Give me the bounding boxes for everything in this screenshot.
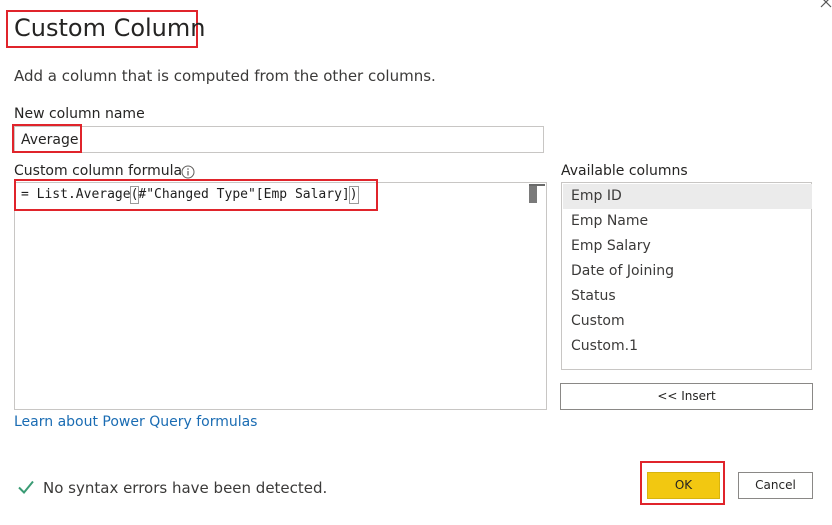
column-item-custom[interactable]: Custom xyxy=(563,309,812,334)
formula-scrollbar[interactable] xyxy=(527,183,545,409)
new-column-name-label: New column name xyxy=(14,106,145,122)
formula-label: Custom column formula xyxy=(14,163,183,179)
column-item-date-of-joining[interactable]: Date of Joining xyxy=(563,259,812,284)
column-item-status[interactable]: Status xyxy=(563,284,812,309)
dialog-title: Custom Column xyxy=(14,14,206,42)
check-icon xyxy=(18,480,34,494)
new-column-name-value: Average xyxy=(21,132,79,148)
new-column-name-input[interactable] xyxy=(14,126,544,153)
available-columns-label: Available columns xyxy=(561,163,688,179)
close-icon[interactable] xyxy=(818,0,832,10)
available-columns-list[interactable]: Emp ID Emp Name Emp Salary Date of Joini… xyxy=(561,182,812,370)
column-item-custom-1[interactable]: Custom.1 xyxy=(563,334,812,359)
info-icon[interactable] xyxy=(181,165,195,179)
column-item-emp-salary[interactable]: Emp Salary xyxy=(563,234,812,259)
column-item-emp-name[interactable]: Emp Name xyxy=(563,209,812,234)
insert-button[interactable]: << Insert xyxy=(560,383,813,410)
ok-button[interactable]: OK xyxy=(647,472,720,499)
formula-editor[interactable] xyxy=(14,182,547,410)
column-item-emp-id[interactable]: Emp ID xyxy=(563,184,812,209)
formula-highlight xyxy=(14,179,378,211)
cancel-button[interactable]: Cancel xyxy=(738,472,813,499)
scrollbar-thumb[interactable] xyxy=(529,186,537,203)
dialog-subtitle: Add a column that is computed from the o… xyxy=(14,67,436,85)
syntax-status: No syntax errors have been detected. xyxy=(43,479,328,497)
learn-formulas-link[interactable]: Learn about Power Query formulas xyxy=(14,413,257,431)
